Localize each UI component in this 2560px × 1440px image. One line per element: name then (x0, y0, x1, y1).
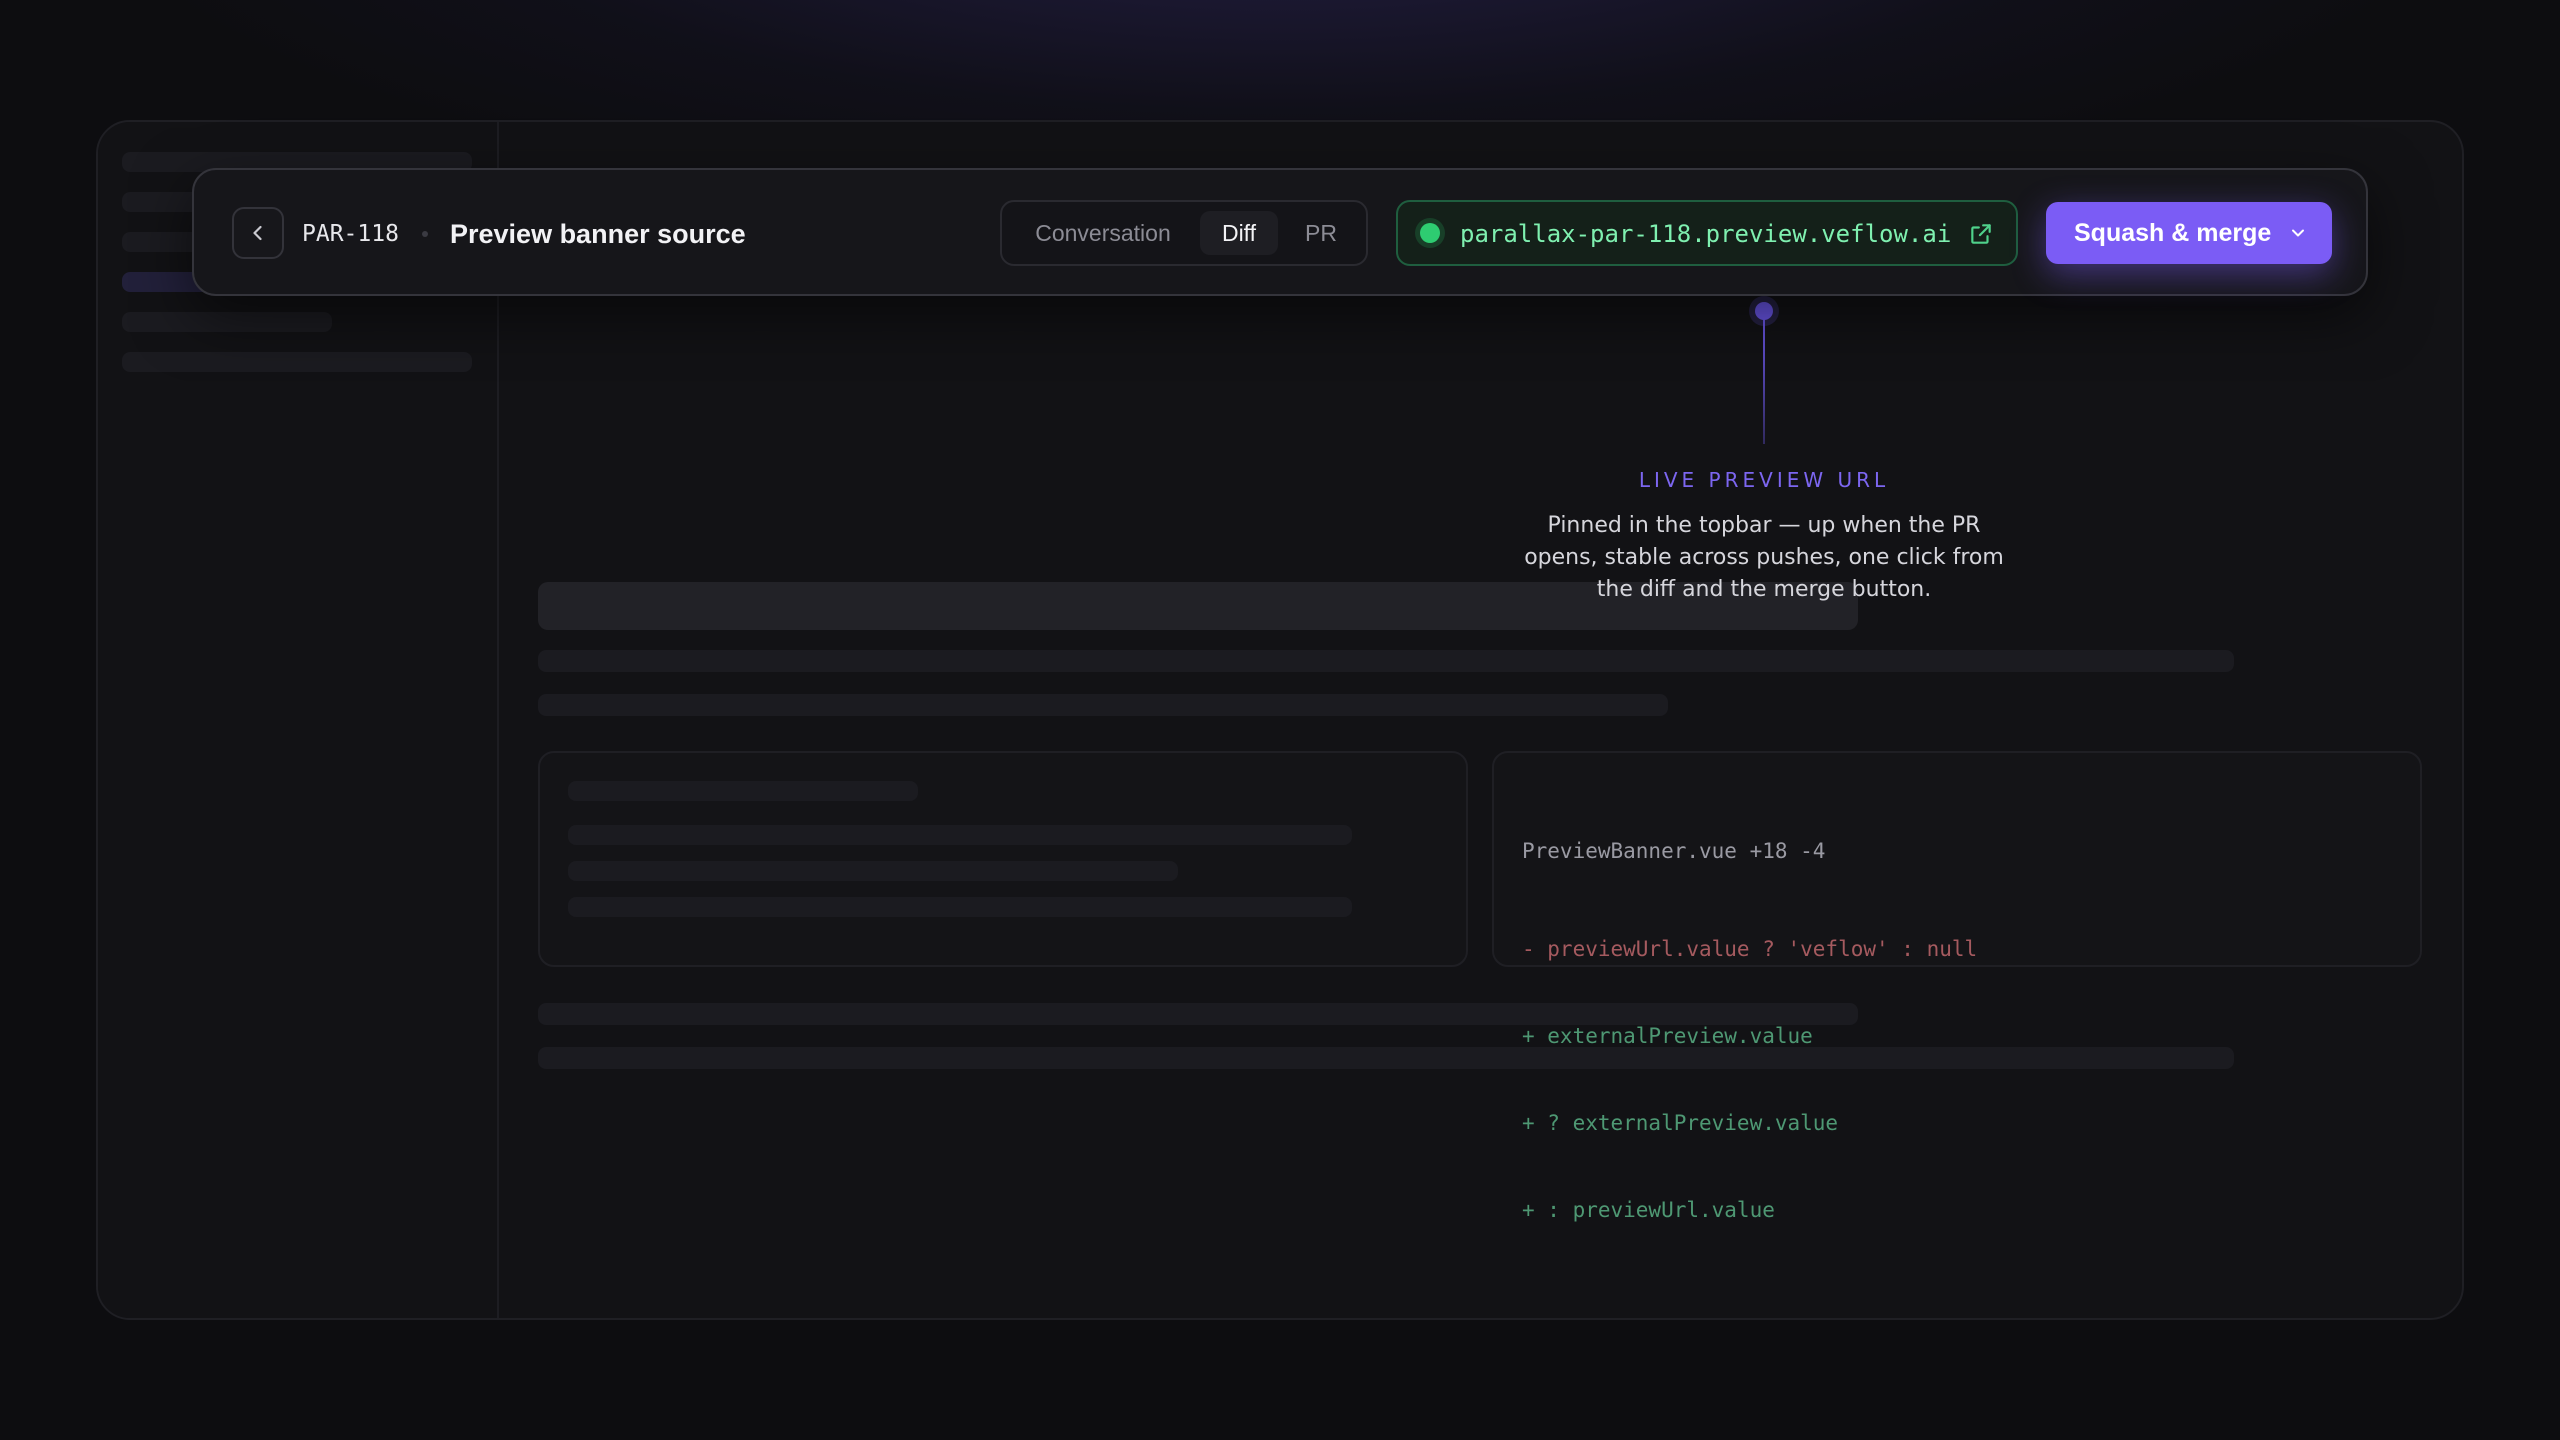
squash-merge-button[interactable]: Squash & merge (2046, 202, 2332, 264)
chevron-left-icon (253, 225, 262, 241)
sidebar-skeleton-item (122, 312, 332, 332)
chevron-down-icon[interactable] (2288, 223, 2308, 243)
app-window (96, 120, 2464, 1320)
separator-dot (422, 231, 428, 237)
diff-line-removed: - previewUrl.value ? 'veflow' : null (1522, 937, 1978, 961)
card-skeleton-line (568, 897, 1352, 917)
tab-pr[interactable]: PR (1286, 211, 1356, 255)
annotation-body: Pinned in the topbar — up when the PR op… (1524, 513, 2004, 602)
diff-line-added: + : previewUrl.value (1522, 1198, 1775, 1222)
sidebar (98, 122, 499, 1318)
squash-merge-label: Squash & merge (2074, 219, 2272, 247)
diff-file-header: PreviewBanner.vue +18 -4 (1522, 839, 1826, 863)
annotation-connector-line (1763, 318, 1765, 444)
card-skeleton-line (568, 781, 918, 801)
tab-diff[interactable]: Diff (1200, 211, 1278, 255)
external-link-icon (1971, 224, 1991, 244)
preview-url: parallax-par-118.preview.veflow.ai (1460, 220, 1952, 248)
skeleton-card (538, 751, 1468, 967)
tab-conversation[interactable]: Conversation (1014, 211, 1192, 255)
annotation-heading: LIVE PREVIEW URL (1638, 468, 1890, 492)
content-skeleton-line (538, 694, 1668, 716)
content-skeleton-line (538, 650, 2234, 672)
page-title: Preview banner source (450, 219, 746, 249)
content-skeleton-line (538, 1003, 1858, 1025)
card-skeleton-line (568, 825, 1352, 845)
view-tabs: Conversation Diff PR (1000, 200, 1368, 266)
back-button[interactable] (232, 207, 284, 259)
live-preview-link[interactable]: parallax-par-118.preview.veflow.ai (1396, 200, 2018, 266)
live-status-dot (1420, 223, 1440, 243)
sidebar-skeleton-item (122, 352, 472, 372)
issue-id: PAR-118 (302, 221, 399, 247)
topbar: PAR-118 Preview banner source Conversati… (192, 168, 2368, 296)
content-skeleton-line (538, 1047, 2234, 1069)
card-skeleton-line (568, 861, 1178, 881)
diff-line-added: + ? externalPreview.value (1522, 1111, 1839, 1135)
